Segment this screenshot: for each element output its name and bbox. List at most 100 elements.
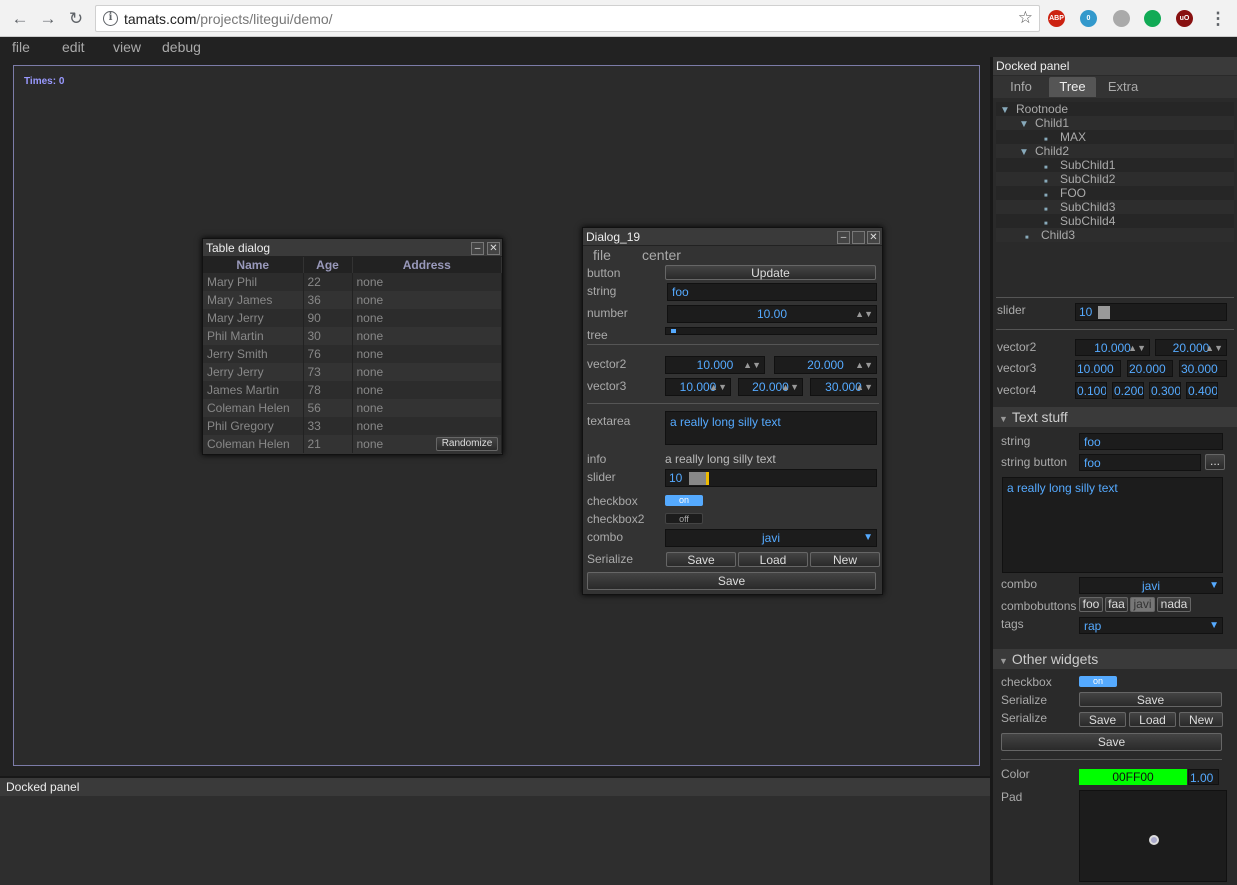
pad-handle[interactable] [1149,835,1159,845]
star-icon[interactable]: ☆ [1018,8,1033,28]
panel-slider[interactable]: 10 [1075,303,1227,321]
adblock-plus-icon[interactable]: ABP [1048,10,1065,27]
new-button[interactable]: New [810,552,880,567]
column-header[interactable]: Address [352,257,502,273]
leaf-icon[interactable]: ■ [1025,231,1037,245]
close-button[interactable]: ✕ [867,231,880,244]
table-row[interactable]: James Martin 78 none [203,381,502,399]
spinner-icon[interactable]: ▲▼ [855,306,873,322]
spinner-icon[interactable]: ▲▼ [855,379,873,395]
table-row[interactable]: Mary Jerry 90 none [203,309,502,327]
leaf-icon[interactable] [1144,10,1161,27]
panel-vector3-y[interactable]: 20.000 [1127,360,1173,377]
panel-save-full-button[interactable]: Save [1001,733,1222,751]
maximize-button[interactable] [852,231,865,244]
spinner-icon[interactable]: ▲▼ [743,357,761,373]
pad-area[interactable] [1079,790,1227,882]
dialog-title[interactable]: Table dialog – ✕ [203,239,502,257]
back-icon[interactable]: ← [10,9,30,29]
info-icon[interactable]: i [103,11,118,26]
minimize-button[interactable]: – [471,242,484,255]
color-picker[interactable]: 00FF00 [1079,769,1187,785]
slider-knob[interactable] [706,472,709,485]
tree-item[interactable]: ■ SubChild3 [996,200,1234,214]
panel-vector3-x[interactable]: 10.000 [1075,360,1121,377]
dialog-menu-file[interactable]: file [593,247,611,263]
combo-select[interactable]: javi ▼ [665,529,877,547]
tree-item[interactable]: ▼ Child1 [996,116,1234,130]
dots-button[interactable]: ... [1205,454,1225,470]
forward-icon[interactable]: → [38,9,58,29]
checkbox2-toggle[interactable]: off [665,513,703,524]
tab-extra[interactable]: Extra [1098,77,1148,97]
string-button-input[interactable]: foo [1079,454,1201,471]
table-row[interactable]: Phil Gregory 33 none [203,417,502,435]
address-bar[interactable]: i tamats.com/projects/litegui/demo/ ☆ [95,5,1040,32]
tree-item[interactable]: ▼ Child2 [996,144,1234,158]
panel-new-button[interactable]: New [1179,712,1223,727]
panel-textarea[interactable]: a really long silly text [1002,477,1223,573]
spinner-icon[interactable]: ▲▼ [781,379,799,395]
spinner-icon[interactable]: ▲▼ [1205,340,1223,356]
spinner-icon[interactable]: ▲▼ [1128,340,1146,356]
table-row[interactable]: Jerry Jerry 73 none [203,363,502,381]
section-text-stuff[interactable]: ▼ Text stuff [993,407,1237,427]
dialog-title[interactable]: Dialog_19 – ✕ [583,228,882,246]
minimize-button[interactable]: – [837,231,850,244]
tags-select[interactable]: rap ▼ [1079,617,1223,634]
randomize-button[interactable]: Randomize [436,437,498,451]
ghostery-icon[interactable]: 0 [1080,10,1097,27]
close-button[interactable]: ✕ [487,242,500,255]
combobutton[interactable]: nada [1157,597,1191,612]
panel-save-button[interactable]: Save [1079,712,1126,727]
panel-vector4-y[interactable]: 0.200 [1112,382,1144,399]
menu-edit[interactable]: edit [62,39,85,55]
table-row[interactable]: Jerry Smith 76 none [203,345,502,363]
panel-vector4-z[interactable]: 0.300 [1149,382,1181,399]
table-row[interactable]: Phil Martin 30 none [203,327,502,345]
tree-item[interactable]: ▼ Rootnode [996,102,1234,116]
tree-item[interactable]: ■ FOO [996,186,1234,200]
textarea[interactable]: a really long silly text [665,411,877,445]
table-row[interactable]: Coleman Helen 56 none [203,399,502,417]
tree-item[interactable]: ■ SubChild4 [996,214,1234,228]
panel-vector4-w[interactable]: 0.400 [1186,382,1218,399]
panel-vector4-x[interactable]: 0.100 [1075,382,1107,399]
menu-debug[interactable]: debug [162,39,201,55]
update-button[interactable]: Update [665,265,876,280]
alpha-input[interactable]: 1.00 [1188,769,1219,785]
tree-item[interactable]: ■ Child3 [996,228,1234,242]
spinner-icon[interactable]: ▲▼ [855,357,873,373]
reload-icon[interactable]: ↻ [66,9,86,29]
save-full-button[interactable]: Save [587,572,876,590]
tab-info[interactable]: Info [998,77,1044,97]
panel-string-input[interactable]: foo [1079,433,1223,450]
load-button[interactable]: Load [738,552,808,567]
panel-vector3-z[interactable]: 30.000 [1179,360,1227,377]
vector3-z[interactable]: 30.000 ▲▼ [810,378,877,396]
menu-file[interactable]: file [12,39,30,55]
tree-item[interactable]: ■ SubChild1 [996,158,1234,172]
panel-save-wide-button[interactable]: Save [1079,692,1222,707]
number-input[interactable]: 10.00 ▲▼ [667,305,877,323]
tree-item[interactable]: ■ SubChild2 [996,172,1234,186]
dialog-menu-center[interactable]: center [642,247,681,263]
string-input[interactable]: foo [667,283,877,301]
checkbox-toggle[interactable]: on [665,495,703,506]
combobutton[interactable]: faa [1105,597,1128,612]
menu-view[interactable]: view [113,39,141,55]
combobutton[interactable]: foo [1079,597,1103,612]
panel-load-button[interactable]: Load [1129,712,1176,727]
vector3-y[interactable]: 20.000 ▲▼ [738,378,803,396]
panel-vector2-x[interactable]: 10.000 ▲▼ [1075,339,1150,356]
extension-icon[interactable] [1113,10,1130,27]
column-header[interactable]: Age [303,257,353,273]
combobutton[interactable]: javi [1130,597,1155,612]
tree-item[interactable]: ■ MAX [996,130,1234,144]
vector2-y[interactable]: 20.000 ▲▼ [774,356,877,374]
panel-checkbox-toggle[interactable]: on [1079,676,1117,687]
tab-tree[interactable]: Tree [1049,77,1096,97]
spinner-icon[interactable]: ▲▼ [709,379,727,395]
column-header[interactable]: Name [203,257,304,273]
tree-bar[interactable] [665,327,877,335]
